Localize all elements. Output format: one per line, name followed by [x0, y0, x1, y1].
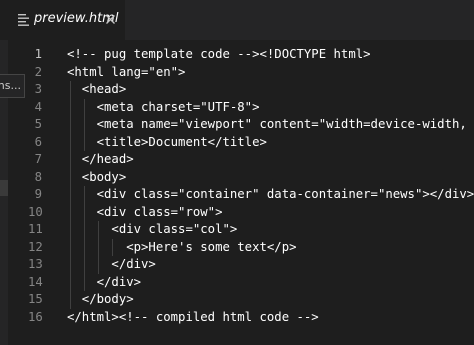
code-line[interactable]: 5 <meta name="viewport" content="width=d…	[0, 116, 474, 134]
code-line[interactable]: 1 <!-- pug template code --><!DOCTYPE htm…	[0, 46, 474, 64]
line-number: 5	[34, 117, 42, 131]
code-line[interactable]: 14 </div>	[0, 274, 474, 292]
line-number: 8	[34, 169, 42, 184]
code-line[interactable]: 7 </head>	[0, 151, 474, 169]
line-number: 2	[34, 64, 42, 79]
code-text: </head>	[67, 152, 134, 166]
code-line[interactable]: 12 <p>Here's some text</p>	[0, 239, 474, 257]
code-text: <meta charset="UTF-8">	[67, 99, 260, 114]
code-text: </div>	[67, 257, 156, 271]
code-text: <title>Document</title>	[67, 134, 267, 149]
line-number: 12	[28, 239, 43, 254]
code-text: <meta name="viewport" content="width=dev…	[67, 117, 474, 131]
line-number: 13	[28, 257, 43, 271]
line-number: 3	[34, 82, 42, 96]
line-number: 6	[34, 134, 42, 149]
code-line[interactable]: 15 </body>	[0, 291, 474, 309]
code-line[interactable]: 16 </html><!-- compiled html code -->	[0, 309, 474, 327]
indent-guide	[70, 81, 71, 309]
code-text: <head>	[67, 82, 127, 96]
tab-bar: preview.html	[0, 0, 474, 40]
code-line[interactable]: 6 <title>Document</title>	[0, 134, 474, 152]
line-number: 9	[34, 187, 42, 201]
line-number: 10	[28, 204, 43, 219]
close-icon[interactable]	[104, 13, 117, 26]
tab-preview-html[interactable]: preview.html	[0, 0, 126, 40]
code-text: </body>	[67, 292, 134, 306]
line-number: 7	[34, 152, 42, 166]
line-number: 11	[28, 222, 43, 236]
line-number: 4	[34, 99, 42, 114]
lines-file-icon	[18, 14, 29, 26]
code-text: <!-- pug template code --><!DOCTYPE html…	[67, 47, 371, 61]
line-number: 1	[34, 47, 42, 61]
line-number: 16	[28, 309, 43, 324]
code-line[interactable]: 9 <div class="container" data-container=…	[0, 186, 474, 204]
code-text: <html lang="en">	[67, 64, 186, 79]
code-line[interactable]: 8 <body>	[0, 169, 474, 187]
code-line[interactable]: 3 <head>	[0, 81, 474, 99]
indent-guide	[84, 98, 85, 151]
code-line[interactable]: 2 <html lang="en">	[0, 64, 474, 82]
code-editor[interactable]: ons... 1<!-- pug template code --><!DOCT…	[0, 40, 474, 345]
code-line[interactable]: 13 </div>	[0, 256, 474, 274]
code-line[interactable]: 11 <div class="col">	[0, 221, 474, 239]
code-text: <div class="container" data-container="n…	[67, 187, 474, 201]
line-number: 15	[28, 292, 43, 306]
code-text: <div class="col">	[67, 222, 238, 236]
code-line[interactable]: 4 <meta charset="UTF-8">	[0, 99, 474, 117]
code-text: </div>	[67, 274, 142, 289]
code-text: <body>	[67, 169, 127, 184]
code-line[interactable]: 10 <div class="row">	[0, 204, 474, 222]
line-number: 14	[28, 274, 43, 289]
indent-guide	[98, 221, 99, 274]
indent-guide	[84, 186, 85, 291]
code-text: <div class="row">	[67, 204, 223, 219]
indent-guide	[112, 238, 113, 256]
code-text: </html><!-- compiled html code -->	[67, 309, 319, 324]
code-text: <p>Here's some text</p>	[67, 239, 297, 254]
